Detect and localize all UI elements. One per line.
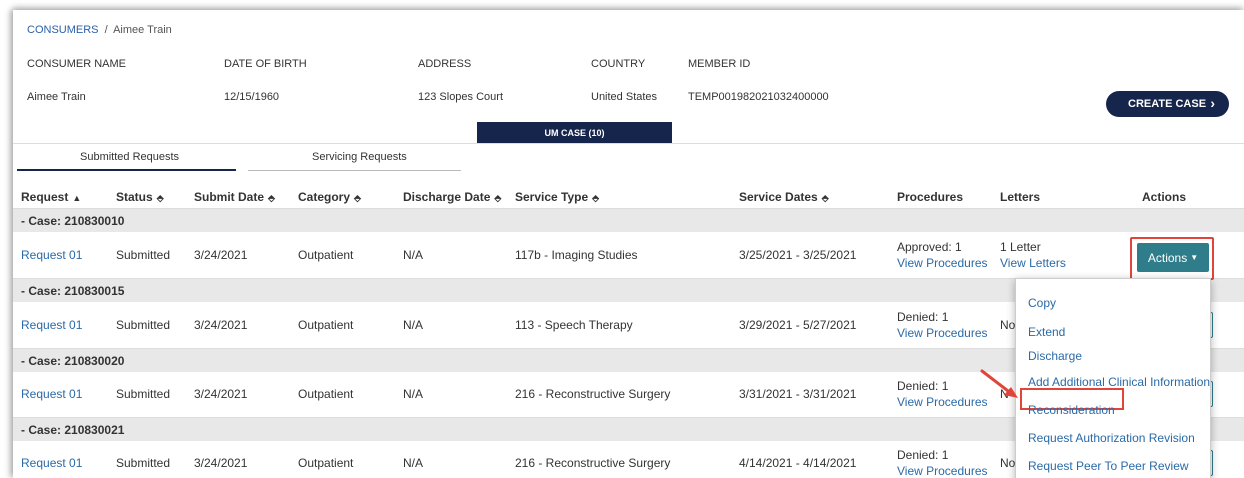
discharge-cell: N/A: [403, 387, 424, 401]
request-link[interactable]: Request 01: [21, 318, 82, 332]
actions-dropdown-button[interactable]: Actions ▼: [1137, 243, 1209, 272]
breadcrumb-consumers-link[interactable]: CONSUMERS: [27, 24, 99, 36]
submit-date-cell: 3/24/2021: [194, 387, 248, 401]
request-link[interactable]: Request 01: [21, 456, 82, 470]
sort-icon: ⬘: [494, 193, 502, 203]
service-dates-cell: 3/31/2021 - 3/31/2021: [739, 387, 857, 401]
letters-cell: No: [1000, 318, 1016, 332]
sort-ascending-icon: ▲: [72, 193, 82, 203]
category-cell: Outpatient: [298, 456, 354, 470]
consumer-name-label: CONSUMER NAME: [27, 58, 127, 70]
service-type-cell: 117b - Imaging Studies: [515, 248, 638, 262]
column-header-status[interactable]: Status ⬘: [116, 190, 164, 204]
discharge-cell: N/A: [403, 318, 424, 332]
service-type-cell: 216 - Reconstructive Surgery: [515, 387, 671, 401]
sort-icon: ⬘: [592, 193, 600, 203]
service-type-cell: 216 - Reconstructive Surgery: [515, 456, 671, 470]
category-cell: Outpatient: [298, 318, 354, 332]
column-header-service-type[interactable]: Service Type ⬘: [515, 190, 599, 204]
address-value: 123 Slopes Court: [418, 91, 503, 103]
status-cell: Submitted: [116, 387, 171, 401]
column-header-discharge-date[interactable]: Discharge Date ⬘: [403, 190, 501, 204]
request-link[interactable]: Request 01: [21, 387, 82, 401]
sort-icon: ⬘: [156, 193, 164, 203]
menu-item-discharge[interactable]: Discharge: [1028, 349, 1082, 363]
submit-date-cell: 3/24/2021: [194, 248, 248, 262]
view-procedures-link[interactable]: View Procedures: [897, 464, 988, 478]
breadcrumb-current: Aimee Train: [113, 24, 172, 36]
letters-count: 1 Letter: [1000, 240, 1041, 254]
pointer-arrow-icon: [980, 369, 1018, 398]
tab-servicing-requests[interactable]: Servicing Requests: [312, 151, 407, 163]
menu-item-copy[interactable]: Copy: [1028, 296, 1056, 310]
column-header-submit-date[interactable]: Submit Date ⬘: [194, 190, 275, 204]
menu-item-request-authorization-revision[interactable]: Request Authorization Revision: [1028, 431, 1195, 445]
discharge-cell: N/A: [403, 456, 424, 470]
service-dates-cell: 4/14/2021 - 4/14/2021: [739, 456, 857, 470]
menu-item-request-peer-to-peer-review[interactable]: Request Peer To Peer Review: [1028, 459, 1189, 473]
status-cell: Submitted: [116, 248, 171, 262]
actions-menu: Copy Extend Discharge Add Additional Cli…: [1015, 278, 1211, 478]
menu-item-extend[interactable]: Extend: [1028, 325, 1065, 339]
tabs-divider: [13, 143, 1244, 144]
address-label: ADDRESS: [418, 58, 472, 70]
status-cell: Submitted: [116, 456, 171, 470]
view-letters-link[interactable]: View Letters: [1000, 256, 1066, 270]
menu-item-reconsideration[interactable]: Reconsideration: [1028, 403, 1115, 417]
create-case-button[interactable]: CREATE CASE ›: [1106, 91, 1229, 117]
letters-cell: No: [1000, 456, 1016, 470]
status-cell: Submitted: [116, 318, 171, 332]
tab-submitted-requests[interactable]: Submitted Requests: [80, 151, 179, 163]
service-type-cell: 113 - Speech Therapy: [515, 318, 633, 332]
view-procedures-link[interactable]: View Procedures: [897, 395, 988, 409]
column-header-letters: Letters: [1000, 190, 1041, 204]
request-link[interactable]: Request 01: [21, 248, 82, 262]
app-frame: CONSUMERS / Aimee Train CONSUMER NAME DA…: [13, 10, 1244, 478]
procedures-status: Denied: 1: [897, 448, 949, 462]
member-id-label: MEMBER ID: [688, 58, 751, 70]
actions-button-label: Actions: [1147, 250, 1188, 265]
column-header-service-dates[interactable]: Service Dates ⬘: [739, 190, 829, 204]
category-cell: Outpatient: [298, 248, 354, 262]
procedures-status: Denied: 1: [897, 379, 949, 393]
procedures-status: Approved: 1: [897, 240, 962, 254]
consumer-name-value: Aimee Train: [27, 91, 86, 103]
sort-icon: ⬘: [821, 193, 829, 203]
inactive-tab-indicator: [248, 170, 461, 171]
case-group-header[interactable]: - Case: 210830010: [13, 208, 1244, 232]
sort-icon: ⬘: [268, 193, 275, 203]
dob-label: DATE OF BIRTH: [224, 58, 307, 70]
chevron-right-icon: ›: [1210, 95, 1215, 111]
submit-date-cell: 3/24/2021: [194, 456, 248, 470]
active-tab-indicator: [17, 169, 236, 171]
procedures-status: Denied: 1: [897, 310, 949, 324]
country-value: United States: [591, 91, 658, 103]
caret-down-icon: ▼: [1190, 253, 1199, 262]
create-case-label: CREATE CASE: [1128, 98, 1207, 110]
column-header-procedures: Procedures: [897, 190, 964, 204]
column-header-request[interactable]: Request ▲: [21, 190, 81, 204]
column-header-actions: Actions: [1142, 190, 1187, 204]
member-id-value: TEMP001982021032400000: [688, 91, 829, 103]
um-case-tab[interactable]: UM CASE (10): [477, 122, 672, 143]
view-procedures-link[interactable]: View Procedures: [897, 256, 988, 270]
column-header-category[interactable]: Category ⬘: [298, 190, 361, 204]
service-dates-cell: 3/29/2021 - 5/27/2021: [739, 318, 857, 332]
sort-icon: ⬘: [354, 193, 361, 203]
dob-value: 12/15/1960: [224, 91, 280, 103]
service-dates-cell: 3/25/2021 - 3/25/2021: [739, 248, 857, 262]
menu-item-add-clinical-info[interactable]: Add Additional Clinical Information: [1028, 375, 1210, 389]
breadcrumb-separator: /: [104, 24, 108, 36]
breadcrumb: CONSUMERS / Aimee Train: [27, 24, 172, 36]
category-cell: Outpatient: [298, 387, 354, 401]
view-procedures-link[interactable]: View Procedures: [897, 326, 988, 340]
country-label: COUNTRY: [591, 58, 646, 70]
submit-date-cell: 3/24/2021: [194, 318, 248, 332]
discharge-cell: N/A: [403, 248, 424, 262]
